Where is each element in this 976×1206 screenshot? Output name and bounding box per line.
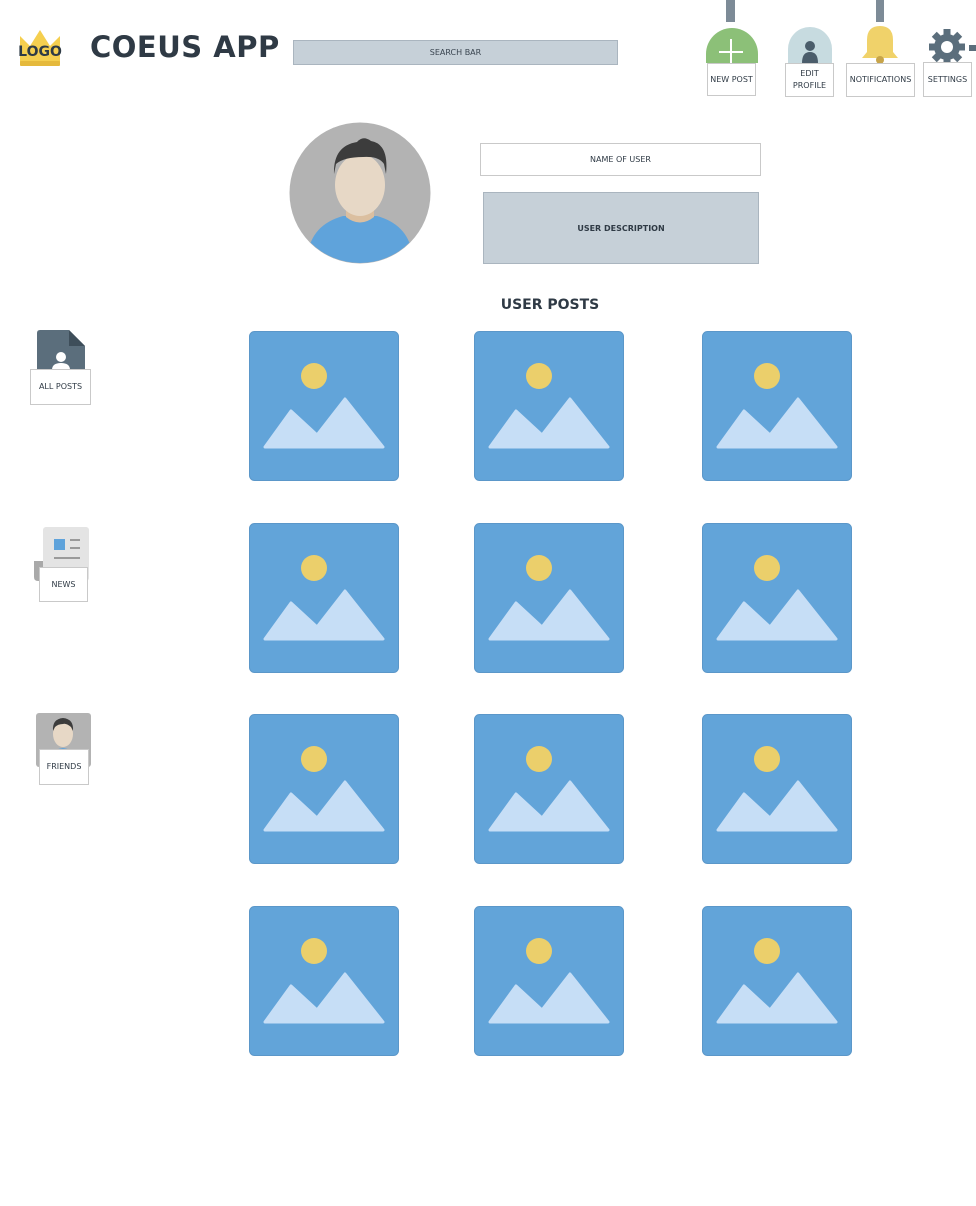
image-placeholder-icon bbox=[702, 714, 852, 864]
app-title: COEUS APP bbox=[90, 30, 280, 64]
image-placeholder-icon bbox=[474, 906, 624, 1056]
image-placeholder-icon bbox=[474, 523, 624, 673]
image-placeholder-icon bbox=[249, 523, 399, 673]
edit-profile-button[interactable]: EDIT PROFILE bbox=[784, 27, 836, 97]
connector-line bbox=[726, 0, 735, 22]
image-placeholder-icon bbox=[474, 714, 624, 864]
post-thumbnail[interactable] bbox=[474, 331, 624, 481]
logo-text: LOGO bbox=[18, 44, 62, 60]
user-circle-icon bbox=[788, 27, 832, 63]
post-thumbnail[interactable] bbox=[249, 906, 399, 1056]
avatar bbox=[289, 122, 431, 264]
new-post-button[interactable]: NEW POST bbox=[705, 27, 759, 97]
gear-icon bbox=[929, 29, 976, 65]
post-thumbnail[interactable] bbox=[474, 523, 624, 673]
post-thumbnail[interactable] bbox=[474, 714, 624, 864]
sidebar-item-friends[interactable]: FRIENDS bbox=[36, 713, 91, 785]
sidebar-item-news[interactable]: NEWS bbox=[34, 527, 90, 603]
plus-circle-icon bbox=[706, 28, 758, 63]
logo[interactable]: LOGO bbox=[18, 28, 62, 68]
all-posts-label: ALL POSTS bbox=[30, 369, 91, 405]
image-placeholder-icon bbox=[702, 331, 852, 481]
user-description-field: USER DESCRIPTION bbox=[483, 192, 759, 264]
post-thumbnail[interactable] bbox=[474, 906, 624, 1056]
post-thumbnail[interactable] bbox=[249, 331, 399, 481]
image-placeholder-icon bbox=[249, 906, 399, 1056]
post-thumbnail[interactable] bbox=[702, 714, 852, 864]
image-placeholder-icon bbox=[702, 906, 852, 1056]
user-name-field: NAME OF USER bbox=[480, 143, 761, 176]
notifications-label: NOTIFICATIONS bbox=[846, 63, 915, 97]
image-placeholder-icon bbox=[249, 714, 399, 864]
news-label: NEWS bbox=[39, 567, 88, 602]
user-avatar-icon bbox=[289, 122, 431, 264]
edit-profile-label: EDIT PROFILE bbox=[785, 63, 834, 97]
settings-label: SETTINGS bbox=[923, 62, 972, 97]
image-placeholder-icon bbox=[702, 523, 852, 673]
post-thumbnail[interactable] bbox=[249, 523, 399, 673]
connector-line bbox=[876, 0, 884, 22]
bell-icon bbox=[862, 26, 898, 64]
settings-button[interactable]: SETTINGS bbox=[922, 28, 976, 97]
posts-title: USER POSTS bbox=[500, 297, 600, 313]
friends-label: FRIENDS bbox=[39, 749, 89, 785]
search-input[interactable]: SEARCH BAR bbox=[293, 40, 618, 65]
image-placeholder-icon bbox=[249, 331, 399, 481]
post-thumbnail[interactable] bbox=[702, 523, 852, 673]
document-user-icon bbox=[37, 330, 85, 370]
post-thumbnail[interactable] bbox=[702, 906, 852, 1056]
notifications-button[interactable]: NOTIFICATIONS bbox=[845, 25, 916, 97]
new-post-label: NEW POST bbox=[707, 63, 756, 96]
post-thumbnail[interactable] bbox=[702, 331, 852, 481]
image-placeholder-icon bbox=[474, 331, 624, 481]
sidebar-item-all-posts[interactable]: ALL POSTS bbox=[30, 330, 92, 406]
post-thumbnail[interactable] bbox=[249, 714, 399, 864]
